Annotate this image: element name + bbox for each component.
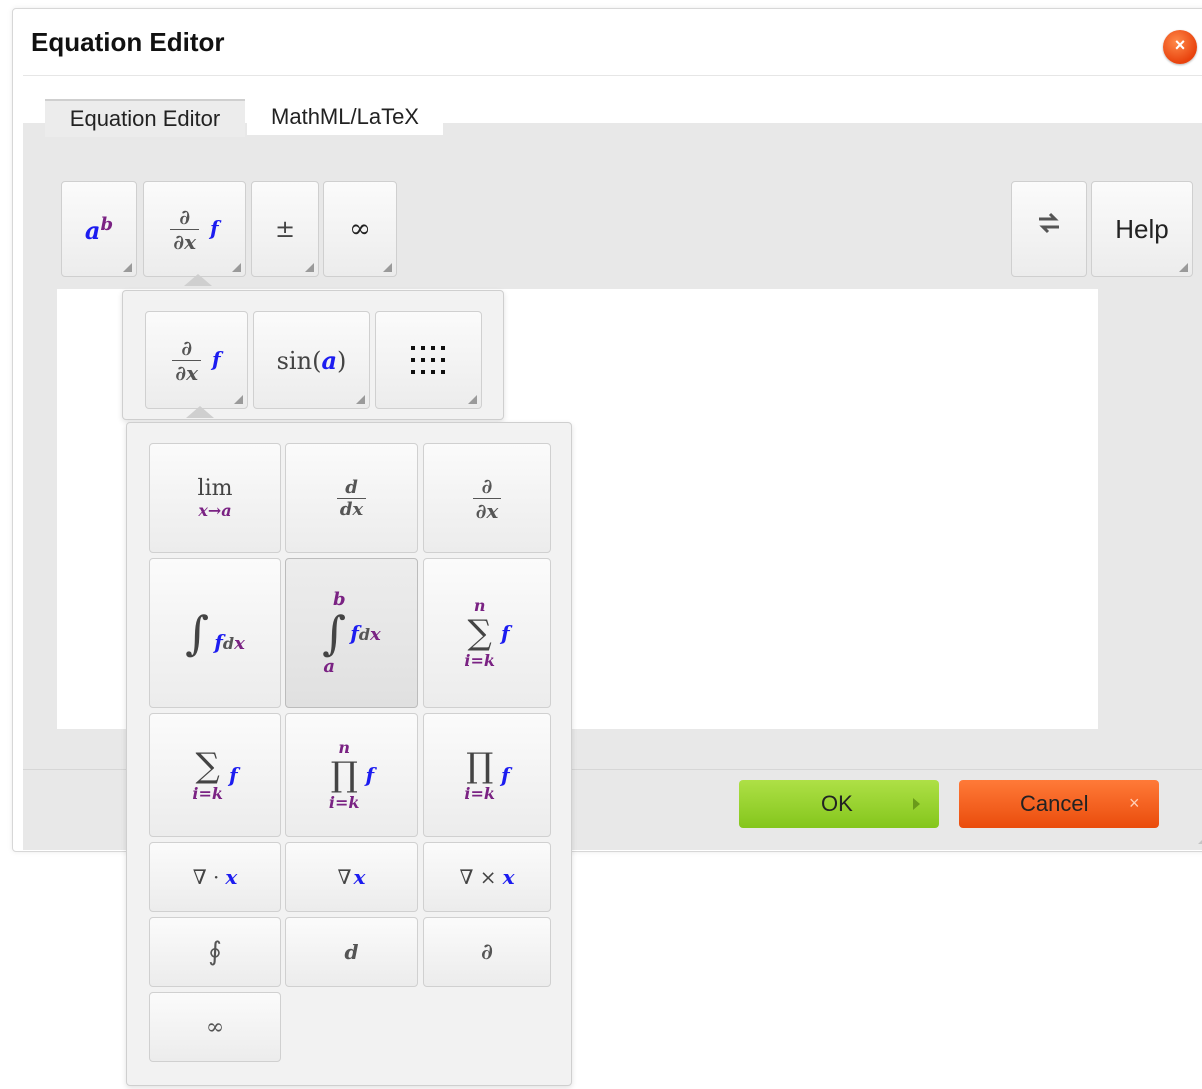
differential-button[interactable]: d	[285, 917, 418, 987]
partial-button[interactable]: ∂	[423, 917, 551, 987]
derivative-button[interactable]: ∂ ∂x f	[143, 181, 246, 277]
product-lower-button[interactable]: ∏ i=k f	[423, 713, 551, 837]
contour-integral-button[interactable]: ∮	[149, 917, 281, 987]
divergence-button[interactable]: ∇ · x	[149, 842, 281, 912]
calculus-palette: lim x→a d dx ∂ ∂x ∫ fdx b ∫ a fdx n ∑ i=…	[126, 422, 572, 1086]
palette-pointer	[186, 406, 214, 418]
cancel-x-icon: ×	[1129, 793, 1140, 813]
tab-equation-editor[interactable]: Equation Editor	[45, 99, 245, 137]
matrix-category-button[interactable]	[375, 311, 482, 409]
tab-mathml-latex[interactable]: MathML/LaTeX	[247, 99, 443, 135]
d-dx-button[interactable]: d dx	[285, 443, 418, 553]
gradient-button[interactable]: ∇ x	[285, 842, 418, 912]
popup-pointer	[184, 274, 212, 286]
derivative-category-button[interactable]: ∂ ∂x f	[145, 311, 248, 409]
superscript-button[interactable]: ab	[61, 181, 137, 277]
help-button[interactable]: Help	[1091, 181, 1193, 277]
dialog-title: Equation Editor	[31, 27, 225, 57]
partial-dx-button[interactable]: ∂ ∂x	[423, 443, 551, 553]
sum-bounds-button[interactable]: n ∑ i=k f	[423, 558, 551, 708]
cancel-button[interactable]: Cancel ×	[959, 780, 1159, 828]
product-bounds-button[interactable]: n ∏ i=k f	[285, 713, 418, 837]
definite-integral-button[interactable]: b ∫ a fdx	[285, 558, 418, 708]
limit-button[interactable]: lim x→a	[149, 443, 281, 553]
plusminus-button[interactable]: ±	[251, 181, 319, 277]
infinity-button[interactable]: ∞	[323, 181, 397, 277]
calculus-menu: ∂ ∂x f sin(a)	[122, 290, 504, 420]
curl-button[interactable]: ∇ × x	[423, 842, 551, 912]
close-icon[interactable]: ×	[1163, 30, 1197, 64]
title-divider	[23, 75, 1202, 76]
arrow-right-icon	[913, 798, 920, 810]
ok-button[interactable]: OK	[739, 780, 939, 828]
sum-lower-button[interactable]: ∑ i=k f	[149, 713, 281, 837]
palette-infinity-button[interactable]: ∞	[149, 992, 281, 1062]
matrix-icon	[410, 346, 445, 374]
swap-button[interactable]	[1011, 181, 1087, 277]
resize-grip[interactable]	[1198, 826, 1202, 844]
integral-button[interactable]: ∫ fdx	[149, 558, 281, 708]
swap-icon	[1039, 212, 1059, 234]
trig-category-button[interactable]: sin(a)	[253, 311, 370, 409]
